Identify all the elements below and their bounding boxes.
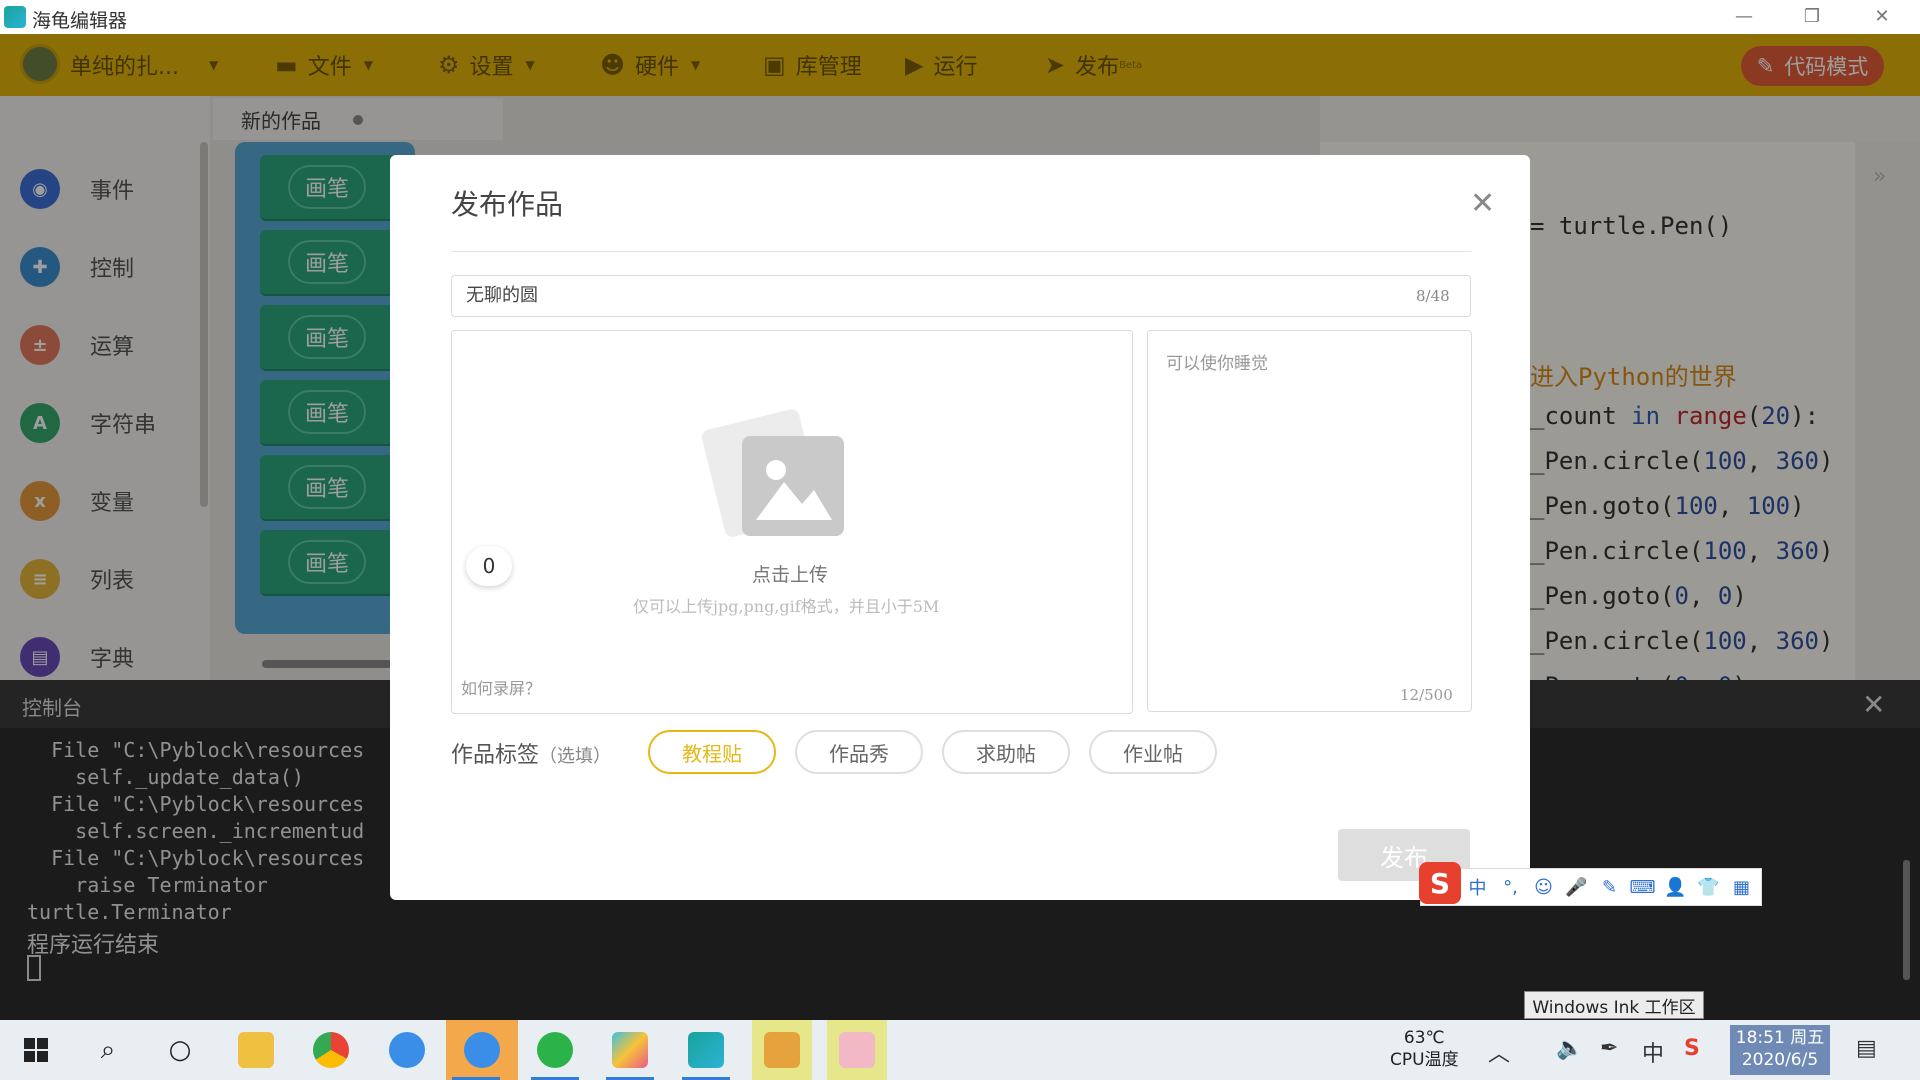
volume-icon[interactable]: 🔈 [1556, 1036, 1583, 1061]
description-textarea[interactable] [1147, 330, 1472, 712]
cortana-icon[interactable]: ○ [150, 1020, 210, 1080]
description-text: 可以使你睡觉 [1166, 354, 1268, 374]
ime-language-icon[interactable]: 中 [1642, 1036, 1664, 1068]
sogou-tray-icon[interactable]: S [1684, 1036, 1700, 1061]
skin-icon[interactable]: 👕 [1692, 877, 1725, 898]
clock-time: 18:51 周五 [1735, 1028, 1825, 1048]
tag-showcase[interactable]: 作品秀 [795, 730, 923, 774]
window-title: 海龟编辑器 [32, 10, 128, 32]
notification-icon[interactable]: ▤ [1856, 1036, 1877, 1061]
windows-start-icon[interactable] [6, 1020, 66, 1080]
mail-app-icon[interactable] [827, 1020, 887, 1080]
emoji-icon[interactable]: ☺ [1527, 877, 1560, 898]
count-badge: 0 [466, 546, 512, 586]
ime-toolbar: S 中 °, ☺ 🎤 ✎ ⌨ 👤 👕 ▦ [1419, 862, 1762, 906]
file-explorer-icon[interactable] [226, 1020, 286, 1080]
cpu-temperature[interactable]: 63℃ CPU温度 [1390, 1027, 1459, 1071]
windows-ink-tooltip: Windows Ink 工作区 [1524, 991, 1704, 1019]
window-titlebar: 海龟编辑器 — ❐ ✕ [0, 0, 1920, 34]
clock-date: 2020/6/5 [1741, 1050, 1819, 1070]
grid-menu-icon[interactable]: ▦ [1725, 877, 1758, 898]
chevron-up-icon[interactable]: ︿ [1488, 1036, 1510, 1068]
app-logo-icon [4, 6, 26, 28]
tags-optional-text: （选填） [539, 746, 612, 767]
chinese-mode-icon[interactable]: 中 [1461, 874, 1494, 900]
work-title-input[interactable]: 无聊的圆 [451, 275, 1471, 317]
minimize-button[interactable]: — [1724, 4, 1764, 30]
close-icon[interactable]: ✕ [1470, 186, 1495, 221]
keyboard-icon[interactable]: ⌨ [1626, 877, 1659, 898]
close-window-button[interactable]: ✕ [1862, 4, 1902, 30]
tags-label-text: 作品标签 [451, 743, 540, 768]
image-icon[interactable] [742, 436, 844, 536]
how-to-record-link[interactable]: 如何录屏？ [461, 675, 541, 699]
upload-hint: 仅可以上传jpg,png,gif格式，并且小于5M [633, 597, 940, 616]
tag-tutorial[interactable]: 教程贴 [648, 730, 776, 774]
feishu-icon[interactable] [377, 1020, 437, 1080]
punctuation-icon[interactable]: °, [1494, 877, 1527, 898]
search-icon[interactable]: ⌕ [78, 1020, 138, 1080]
description-char-count: 12/500 [1400, 686, 1453, 704]
upload-label[interactable]: 点击上传 [752, 560, 828, 587]
sogou-logo-icon[interactable]: S [1419, 862, 1461, 904]
cpu-temp-value: 63℃ [1403, 1028, 1445, 1048]
microphone-icon[interactable]: 🎤 [1560, 877, 1593, 898]
title-char-count: 8/48 [1416, 287, 1450, 305]
pen-ink-icon[interactable]: ✒ [1600, 1036, 1618, 1061]
cpu-temp-label: CPU温度 [1390, 1050, 1459, 1070]
restore-button[interactable]: ❐ [1792, 4, 1832, 30]
dialog-title: 发布作品 [451, 188, 564, 221]
green-app-icon[interactable] [525, 1020, 585, 1080]
dialog-divider [451, 251, 1471, 252]
taskbar [0, 1020, 1920, 1080]
colorful-app-icon[interactable] [600, 1020, 660, 1080]
turtle-editor-taskbar-icon[interactable] [446, 1020, 518, 1080]
tag-homework[interactable]: 作业帖 [1089, 730, 1217, 774]
user-icon[interactable]: 👤 [1659, 877, 1692, 898]
tag-help[interactable]: 求助帖 [942, 730, 1070, 774]
chrome-icon[interactable] [301, 1020, 361, 1080]
handwrite-icon[interactable]: ✎ [1593, 877, 1626, 898]
turtle-app-icon[interactable] [676, 1020, 736, 1080]
gift-app-icon[interactable] [752, 1020, 812, 1080]
clock[interactable]: 18:51 周五 2020/6/5 [1730, 1025, 1830, 1075]
tags-label: 作品标签（选填） [451, 737, 611, 769]
